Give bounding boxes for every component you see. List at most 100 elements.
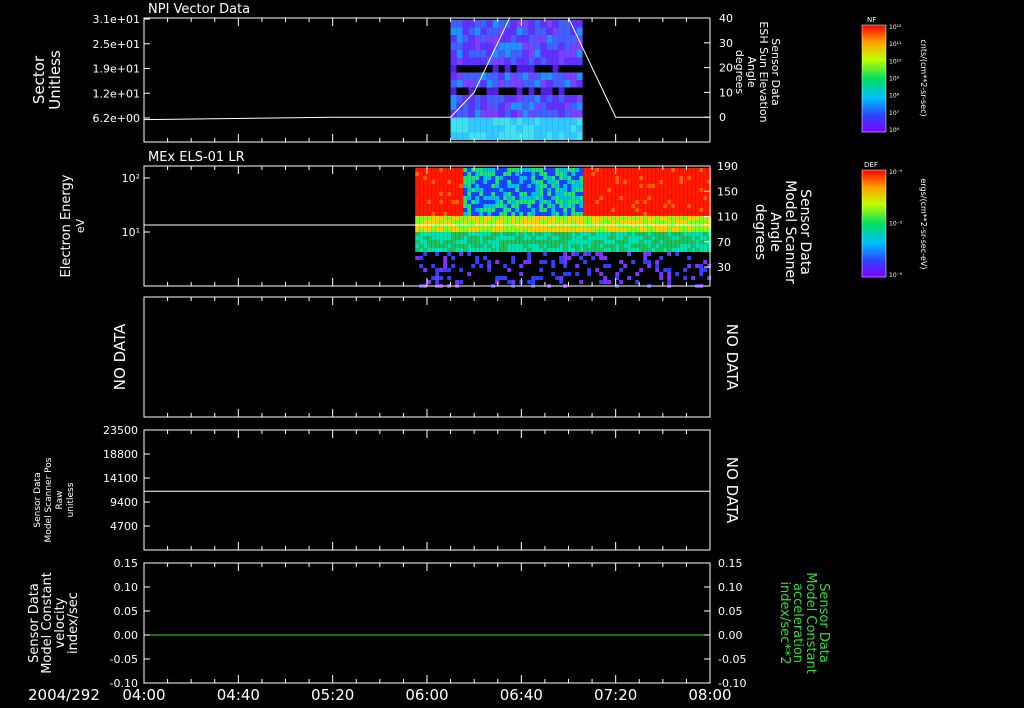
heatmap-cell bbox=[579, 220, 584, 224]
heatmap-cell bbox=[531, 248, 536, 252]
heatmap-cell bbox=[583, 184, 588, 188]
heatmap-cell bbox=[519, 188, 524, 192]
heatmap-cell bbox=[435, 172, 440, 176]
heatmap-cell bbox=[427, 252, 432, 256]
heatmap-cell bbox=[523, 212, 528, 216]
heatmap-cell bbox=[528, 132, 535, 140]
heatmap-cell bbox=[570, 117, 577, 125]
heatmap-cell bbox=[450, 20, 457, 28]
heatmap-cell bbox=[651, 220, 656, 224]
heatmap-cell bbox=[455, 252, 460, 256]
heatmap-cell bbox=[492, 72, 499, 80]
heatmap-cell bbox=[486, 102, 493, 110]
heatmap-cell bbox=[474, 20, 481, 28]
heatmap-cell bbox=[651, 180, 656, 184]
heatmap-cell bbox=[435, 212, 440, 216]
heatmap-cell bbox=[431, 244, 436, 248]
heatmap-cell bbox=[455, 232, 460, 236]
heatmap-cell bbox=[467, 216, 472, 220]
heatmap-cell bbox=[546, 42, 553, 50]
heatmap-cell bbox=[683, 192, 688, 196]
heatmap-cell bbox=[679, 232, 684, 236]
heatmap-cell bbox=[552, 102, 559, 110]
heatmap-cell bbox=[510, 110, 517, 118]
heatmap-cell bbox=[607, 276, 612, 280]
heatmap-cell bbox=[447, 264, 452, 268]
heatmap-cell bbox=[583, 204, 588, 208]
heatmap-cell bbox=[570, 50, 577, 58]
heatmap-cell bbox=[655, 236, 660, 240]
heatmap-cell bbox=[683, 248, 688, 252]
heatmap-cell bbox=[635, 220, 640, 224]
heatmap-cell bbox=[679, 264, 684, 268]
heatmap-cell bbox=[523, 220, 528, 224]
heatmap-cell bbox=[471, 276, 476, 280]
heatmap-cell bbox=[498, 65, 505, 73]
heatmap-cell bbox=[467, 268, 472, 272]
heatmap-cell bbox=[615, 256, 620, 260]
heatmap-cell bbox=[587, 192, 592, 196]
heatmap-cell bbox=[639, 180, 644, 184]
heatmap-cell bbox=[683, 180, 688, 184]
heatmap-cell bbox=[631, 180, 636, 184]
heatmap-cell bbox=[659, 196, 664, 200]
heatmap-cell bbox=[679, 240, 684, 244]
heatmap-cell bbox=[519, 192, 524, 196]
heatmap-cell bbox=[567, 216, 572, 220]
heatmap-cell bbox=[456, 72, 463, 80]
heatmap-cell bbox=[491, 264, 496, 268]
y-tick-label: 1.9e+01 bbox=[93, 63, 140, 76]
heatmap-cell bbox=[495, 192, 500, 196]
heatmap-cell bbox=[623, 236, 628, 240]
heatmap-cell bbox=[415, 232, 420, 236]
heatmap-cell bbox=[591, 236, 596, 240]
heatmap-cell bbox=[528, 110, 535, 118]
heatmap-cell bbox=[511, 280, 516, 284]
heatmap-cell bbox=[567, 172, 572, 176]
heatmap-cell bbox=[467, 184, 472, 188]
heatmap-cell bbox=[595, 196, 600, 200]
heatmap-cell bbox=[528, 80, 535, 88]
heatmap-cell bbox=[531, 252, 536, 256]
heatmap-cell bbox=[599, 188, 604, 192]
heatmap-cell bbox=[691, 212, 696, 216]
heatmap-cell bbox=[667, 276, 672, 280]
heatmap-cell bbox=[611, 176, 616, 180]
heatmap-cell bbox=[631, 176, 636, 180]
heatmap-cell bbox=[551, 264, 556, 268]
heatmap-cell bbox=[535, 260, 540, 264]
heatmap-cell bbox=[659, 272, 664, 276]
heatmap-cell bbox=[439, 264, 444, 268]
heatmap-cell bbox=[587, 268, 592, 272]
heatmap-cell bbox=[456, 80, 463, 88]
heatmap-cell bbox=[483, 204, 488, 208]
heatmap-cell bbox=[619, 256, 624, 260]
heatmap-cell bbox=[439, 192, 444, 196]
panel-scanner-pos-frame bbox=[143, 429, 711, 551]
heatmap-cell bbox=[504, 50, 511, 58]
heatmap-cell bbox=[607, 216, 612, 220]
heatmap-cell bbox=[486, 110, 493, 118]
heatmap-cell bbox=[459, 256, 464, 260]
heatmap-cell bbox=[643, 216, 648, 220]
heatmap-cell bbox=[583, 196, 588, 200]
heatmap-cell bbox=[647, 236, 652, 240]
heatmap-cell bbox=[475, 208, 480, 212]
heatmap-cell bbox=[615, 180, 620, 184]
heatmap-cell bbox=[528, 95, 535, 103]
heatmap-cell bbox=[564, 50, 571, 58]
heatmap-cell bbox=[486, 65, 493, 73]
heatmap-cell bbox=[651, 192, 656, 196]
heatmap-cell bbox=[415, 168, 420, 172]
heatmap-cell bbox=[647, 244, 652, 248]
heatmap-cell bbox=[591, 240, 596, 244]
heatmap-cell bbox=[462, 87, 469, 95]
heatmap-cell bbox=[635, 184, 640, 188]
heatmap-cell bbox=[571, 248, 576, 252]
heatmap-cell bbox=[635, 200, 640, 204]
heatmap-cell bbox=[675, 232, 680, 236]
heatmap-cell bbox=[607, 220, 612, 224]
heatmap-cell bbox=[655, 192, 660, 196]
heatmap-cell bbox=[487, 220, 492, 224]
heatmap-cell bbox=[663, 276, 668, 280]
